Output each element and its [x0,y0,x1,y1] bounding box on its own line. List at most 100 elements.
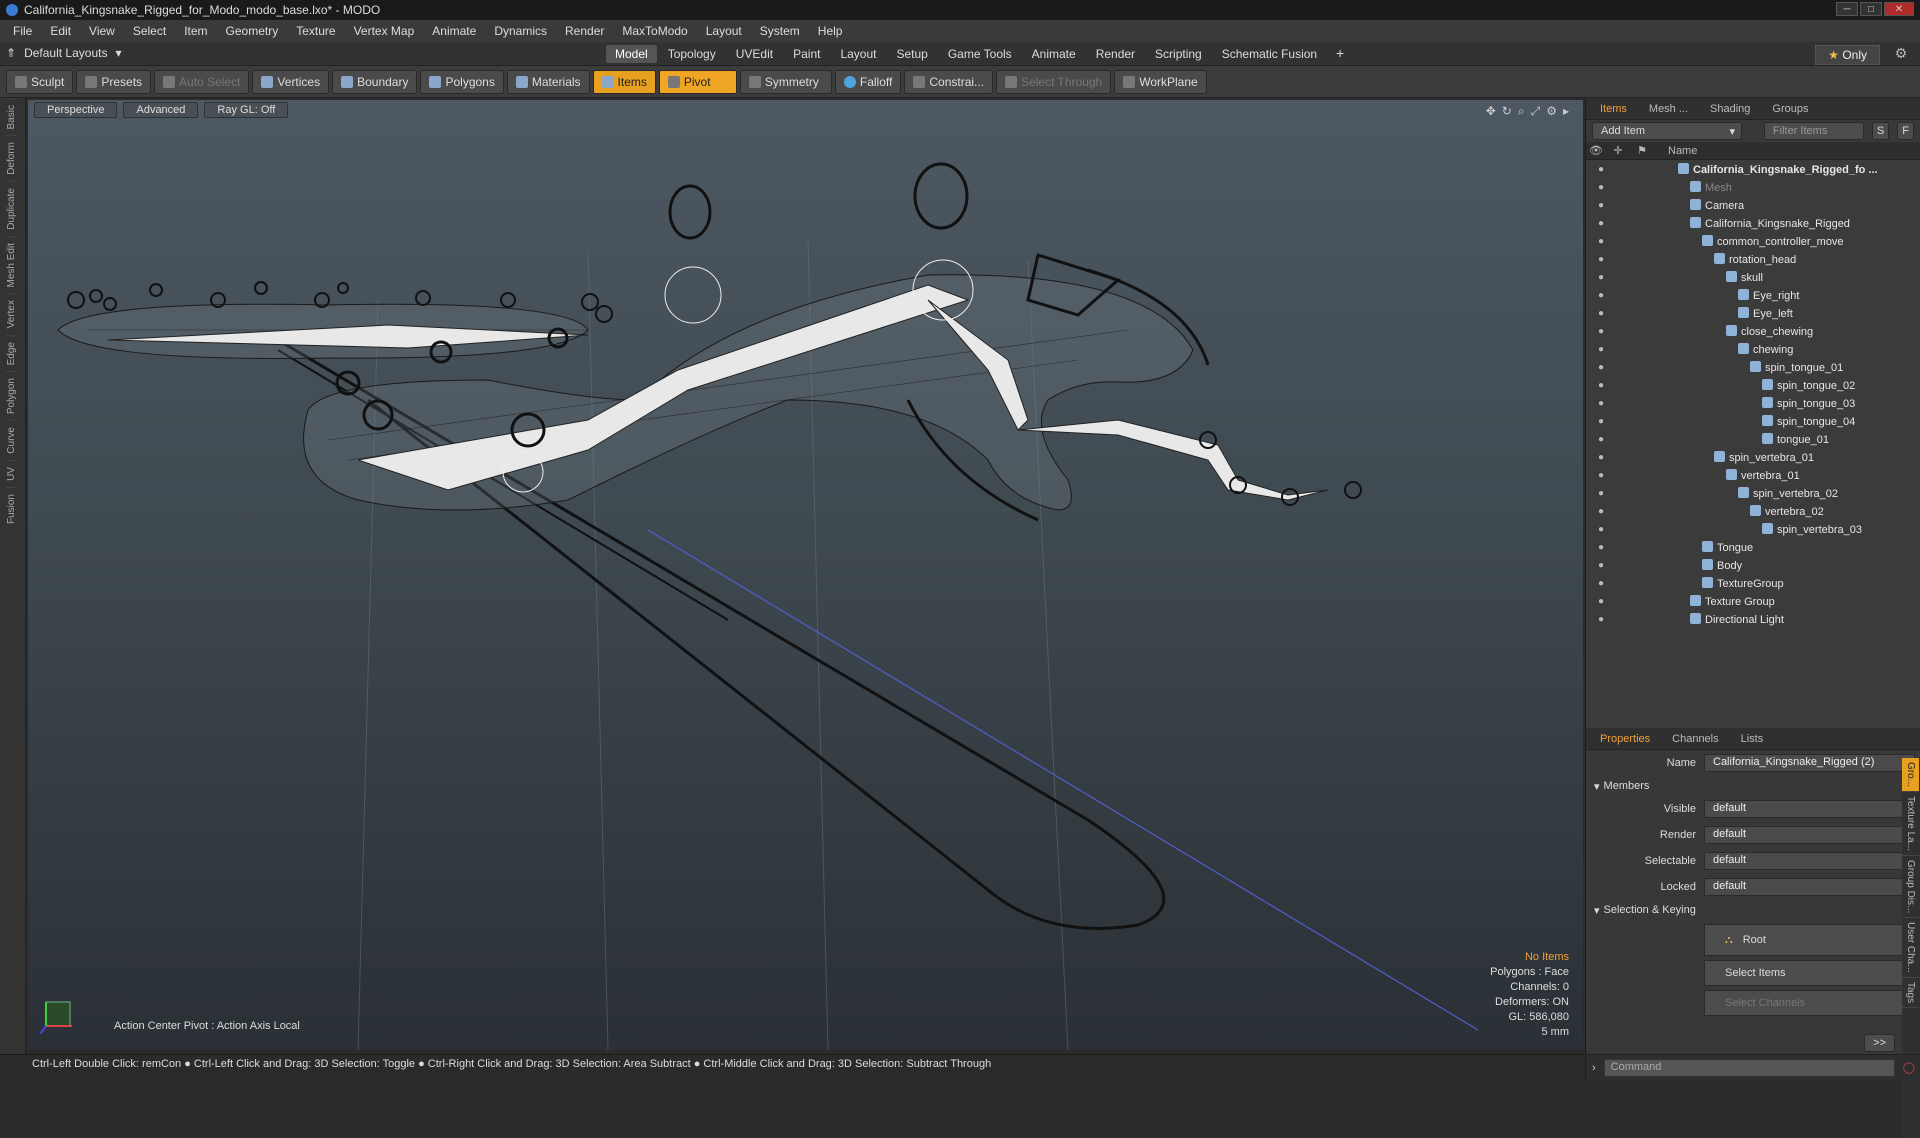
add-tab-icon[interactable]: + [1336,45,1344,61]
eye-icon[interactable]: ● [1594,614,1608,625]
materials-button[interactable]: Materials [506,69,590,94]
items-button[interactable]: Items [592,69,656,94]
command-input[interactable]: Command [1603,1058,1895,1077]
workplane-button[interactable]: WorkPlane [1114,69,1207,94]
tab-schematic-fusion[interactable]: Schematic Fusion [1213,45,1326,63]
properties-tab-lists[interactable]: Lists [1731,731,1774,747]
list-item[interactable]: ● Tongue [1586,538,1920,556]
menu-item-file[interactable]: File [4,24,41,38]
list-item[interactable]: ● spin_vertebra_02 [1586,484,1920,502]
properties-tab-properties[interactable]: Properties [1590,731,1660,747]
eye-icon[interactable]: ● [1594,506,1608,517]
tab-layout[interactable]: Layout [831,45,885,63]
eye-icon[interactable]: ● [1594,272,1608,283]
list-item[interactable]: ● rotation_head [1586,250,1920,268]
root-button[interactable]: ⛬ Root [1704,924,1911,956]
tab-topology[interactable]: Topology [659,45,725,63]
eye-icon[interactable]: ● [1594,578,1608,589]
falloff-button[interactable]: Falloff [834,69,902,94]
render-dropdown[interactable]: default▾ [1704,826,1915,844]
close-icon[interactable]: ✕ [1884,2,1914,16]
list-item[interactable]: ● skull [1586,268,1920,286]
eye-icon[interactable]: ● [1594,596,1608,607]
eye-icon[interactable]: ● [1594,470,1608,481]
menu-item-render[interactable]: Render [556,24,613,38]
perspective-button[interactable]: Perspective [34,102,118,118]
sculpt-button[interactable]: Sculpt [6,69,74,94]
move-view-icon[interactable]: ✥ [1486,104,1496,119]
eye-icon[interactable]: ● [1594,560,1608,571]
eye-icon[interactable]: ● [1594,416,1608,427]
left-tab-curve[interactable]: Curve [6,420,17,460]
list-item[interactable]: ● spin_tongue_03 [1586,394,1920,412]
list-item[interactable]: ● Body [1586,556,1920,574]
list-item[interactable]: ● tongue_01 [1586,430,1920,448]
eye-icon[interactable]: ● [1594,200,1608,211]
record-icon[interactable]: ◯ [1903,1061,1915,1074]
vertices-button[interactable]: Vertices [252,69,330,94]
minimize-icon[interactable]: ─ [1836,2,1858,16]
filter-items-input[interactable]: Filter Items [1763,122,1864,140]
list-item[interactable]: ● spin_vertebra_01 [1586,448,1920,466]
name-field[interactable]: California_Kingsnake_Rigged (2) [1704,754,1915,772]
only-button[interactable]: ★ Only [1815,45,1880,65]
selectable-dropdown[interactable]: default▾ [1704,852,1915,870]
default-layouts-dropdown[interactable]: ⇑ Default Layouts ▾ [6,46,121,60]
eye-icon[interactable]: ● [1594,362,1608,373]
side-tab-4[interactable]: Tags [1902,978,1919,1009]
fit-icon[interactable]: ⤢ [1531,104,1541,119]
eye-icon[interactable]: ● [1594,434,1608,445]
list-item[interactable]: ● common_controller_move [1586,232,1920,250]
left-tab-uv[interactable]: UV [6,459,17,487]
tab-model[interactable]: Model [606,45,657,63]
list-item[interactable]: ● vertebra_02 [1586,502,1920,520]
name-column-header[interactable]: Name [1668,145,1697,157]
side-tab-2[interactable]: Group Dis... [1902,856,1919,919]
select-channels-button[interactable]: Select Channels [1704,990,1911,1016]
list-item[interactable]: ● spin_tongue_02 [1586,376,1920,394]
left-tab-polygon[interactable]: Polygon [6,371,17,421]
eye-icon[interactable]: ● [1594,218,1608,229]
expand-arrow-icon[interactable]: ▸ [1563,104,1569,119]
selection-keying-section[interactable]: ▾ Selection & Keying [1586,900,1920,920]
eye-icon[interactable]: ● [1594,542,1608,553]
add-item-button[interactable]: Add Item ▾ [1592,122,1742,140]
eye-icon[interactable]: ● [1594,326,1608,337]
menu-item-layout[interactable]: Layout [697,24,751,38]
boundary-button[interactable]: Boundary [332,69,418,94]
tab-scripting[interactable]: Scripting [1146,45,1211,63]
tab-uvedit[interactable]: UVEdit [727,45,782,63]
eye-icon[interactable]: ● [1594,182,1608,193]
tab-game-tools[interactable]: Game Tools [939,45,1021,63]
menu-item-vertex-map[interactable]: Vertex Map [345,24,424,38]
advanced-button[interactable]: Advanced [123,102,199,118]
menu-item-select[interactable]: Select [124,24,175,38]
menu-item-item[interactable]: Item [175,24,216,38]
eye-icon[interactable]: ● [1594,290,1608,301]
left-tab-edge[interactable]: Edge [6,334,17,372]
items-tab-1[interactable]: Mesh ... [1639,101,1698,117]
maximize-icon[interactable]: □ [1860,2,1882,16]
left-tab-vertex[interactable]: Vertex [6,293,17,335]
left-tab-fusion[interactable]: Fusion [6,486,17,530]
left-tab-deform[interactable]: Deform [6,135,17,182]
eye-icon[interactable]: ● [1594,380,1608,391]
menu-item-edit[interactable]: Edit [41,24,80,38]
list-item[interactable]: ● chewing [1586,340,1920,358]
items-tab-2[interactable]: Shading [1700,101,1760,117]
locked-dropdown[interactable]: default▾ [1704,878,1915,896]
select-items-button[interactable]: Select Items [1704,960,1911,986]
constraints-button[interactable]: Constrai... [904,69,994,94]
visible-dropdown[interactable]: default▾ [1704,800,1915,818]
left-tab-mesh-edit[interactable]: Mesh Edit [6,235,17,294]
menu-item-help[interactable]: Help [809,24,852,38]
properties-tab-channels[interactable]: Channels [1662,731,1728,747]
eye-icon[interactable]: ● [1594,488,1608,499]
menu-item-system[interactable]: System [751,24,809,38]
menu-item-dynamics[interactable]: Dynamics [485,24,556,38]
list-item[interactable]: ● Eye_right [1586,286,1920,304]
list-item[interactable]: ● spin_vertebra_03 [1586,520,1920,538]
items-tab-0[interactable]: Items [1590,101,1637,117]
eye-icon[interactable]: ● [1594,398,1608,409]
list-item[interactable]: ● California_Kingsnake_Rigged_fo ... [1586,160,1920,178]
